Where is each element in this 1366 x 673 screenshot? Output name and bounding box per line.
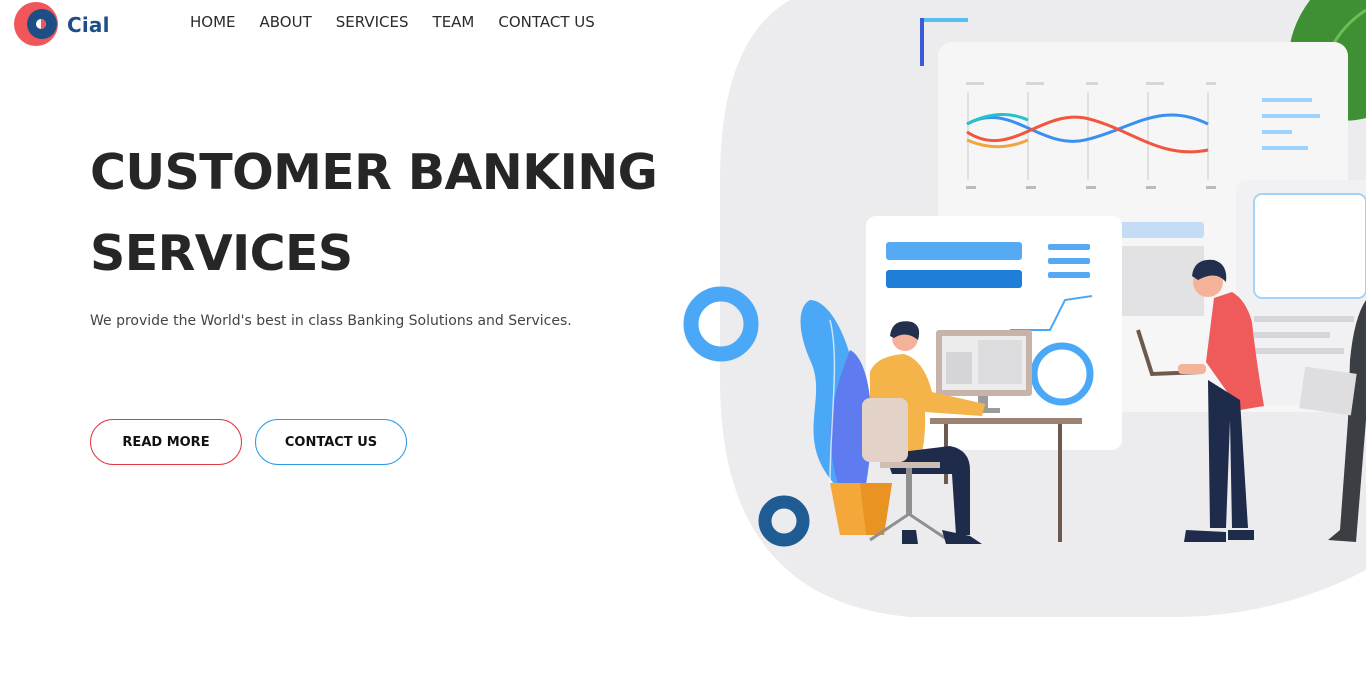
- nav-home-link[interactable]: HOME: [190, 12, 236, 32]
- main-nav: HOME ABOUT SERVICES TEAM CONTACT US: [190, 12, 595, 32]
- brand-logo-icon: [14, 2, 59, 47]
- nav-services-link[interactable]: SERVICES: [336, 12, 409, 32]
- read-more-button[interactable]: READ MORE: [90, 419, 242, 465]
- nav-team-link[interactable]: TEAM: [433, 12, 475, 32]
- hero-illustration: [683, 0, 1366, 617]
- hero-title-line-2: SERVICES: [90, 225, 353, 282]
- hero-title-line-1: CUSTOMER BANKING: [90, 144, 658, 201]
- brand-name: Cial: [67, 12, 110, 37]
- nav-contact-link[interactable]: CONTACT US: [498, 12, 594, 32]
- nav-about-link[interactable]: ABOUT: [260, 12, 312, 32]
- hero-subtitle: We provide the World's best in class Ban…: [90, 313, 572, 329]
- contact-us-button[interactable]: CONTACT US: [255, 419, 407, 465]
- brand-logo[interactable]: Cial: [14, 2, 110, 47]
- hero-title: CUSTOMER BANKING SERVICES: [90, 132, 710, 294]
